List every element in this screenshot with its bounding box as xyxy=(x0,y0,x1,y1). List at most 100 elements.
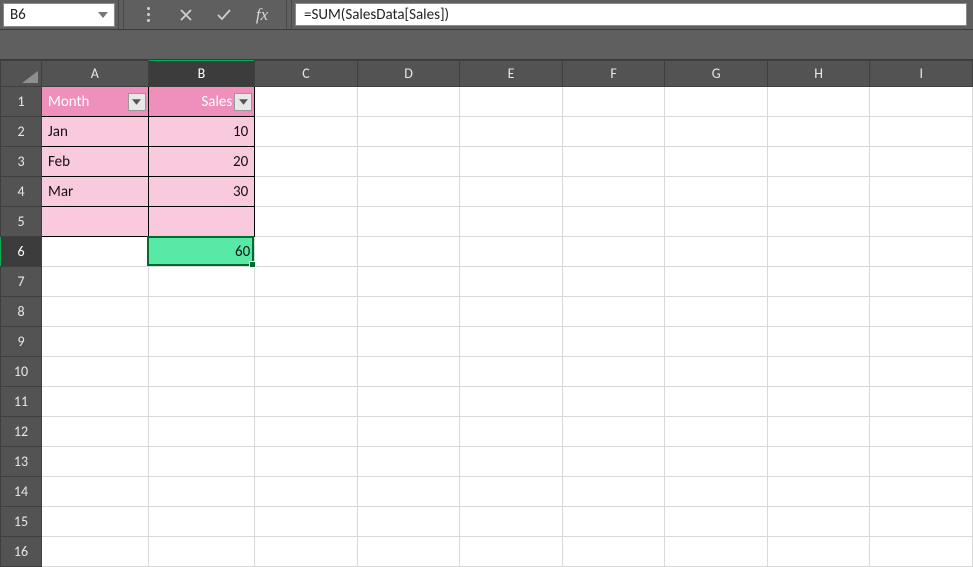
cell-H6[interactable] xyxy=(767,237,870,267)
cell-H1[interactable] xyxy=(767,87,870,117)
cell-I12[interactable] xyxy=(870,417,973,447)
cell-E16[interactable] xyxy=(460,537,563,567)
cell-D15[interactable] xyxy=(357,507,460,537)
cell-E15[interactable] xyxy=(460,507,563,537)
cell-D13[interactable] xyxy=(357,447,460,477)
row-header-5[interactable]: 5 xyxy=(1,207,42,237)
cell-E12[interactable] xyxy=(460,417,563,447)
cell-C6[interactable] xyxy=(255,237,358,267)
cell-G7[interactable] xyxy=(665,267,768,297)
cell-B5[interactable] xyxy=(148,207,255,237)
row-header-10[interactable]: 10 xyxy=(1,357,42,387)
cell-A3[interactable]: Feb xyxy=(42,147,149,177)
filter-dropdown-sales[interactable] xyxy=(234,93,252,111)
cell-B13[interactable] xyxy=(148,447,255,477)
cell-A11[interactable] xyxy=(42,387,149,417)
cell-C10[interactable] xyxy=(255,357,358,387)
row-header-6[interactable]: 6 xyxy=(1,237,42,267)
cell-G16[interactable] xyxy=(665,537,768,567)
cell-G13[interactable] xyxy=(665,447,768,477)
cell-I16[interactable] xyxy=(870,537,973,567)
cell-F7[interactable] xyxy=(562,267,665,297)
row-header-13[interactable]: 13 xyxy=(1,447,42,477)
cell-A16[interactable] xyxy=(42,537,149,567)
cell-B10[interactable] xyxy=(148,357,255,387)
cell-C5[interactable] xyxy=(255,207,358,237)
cell-F6[interactable] xyxy=(562,237,665,267)
cell-F9[interactable] xyxy=(562,327,665,357)
cell-H13[interactable] xyxy=(767,447,870,477)
cell-A1[interactable]: Month xyxy=(42,87,149,117)
cell-C16[interactable] xyxy=(255,537,358,567)
cell-E6[interactable] xyxy=(460,237,563,267)
cell-G11[interactable] xyxy=(665,387,768,417)
cell-A14[interactable] xyxy=(42,477,149,507)
cell-B4[interactable]: 30 xyxy=(148,177,255,207)
cell-H14[interactable] xyxy=(767,477,870,507)
cell-E3[interactable] xyxy=(460,147,563,177)
cell-F11[interactable] xyxy=(562,387,665,417)
row-header-11[interactable]: 11 xyxy=(1,387,42,417)
cell-A9[interactable] xyxy=(42,327,149,357)
cell-I5[interactable] xyxy=(870,207,973,237)
expand-formula-bar-button[interactable] xyxy=(138,5,158,25)
row-header-8[interactable]: 8 xyxy=(1,297,42,327)
cell-E4[interactable] xyxy=(460,177,563,207)
cell-I1[interactable] xyxy=(870,87,973,117)
cell-C9[interactable] xyxy=(255,327,358,357)
cell-A5[interactable] xyxy=(42,207,149,237)
cell-H5[interactable] xyxy=(767,207,870,237)
cell-E5[interactable] xyxy=(460,207,563,237)
cell-C15[interactable] xyxy=(255,507,358,537)
cell-B7[interactable] xyxy=(148,267,255,297)
cell-B15[interactable] xyxy=(148,507,255,537)
col-header-A[interactable]: A xyxy=(42,61,149,87)
cell-B11[interactable] xyxy=(148,387,255,417)
row-header-9[interactable]: 9 xyxy=(1,327,42,357)
cell-I13[interactable] xyxy=(870,447,973,477)
row-header-4[interactable]: 4 xyxy=(1,177,42,207)
cell-H7[interactable] xyxy=(767,267,870,297)
cell-G15[interactable] xyxy=(665,507,768,537)
cell-I8[interactable] xyxy=(870,297,973,327)
cell-D1[interactable] xyxy=(357,87,460,117)
cell-A12[interactable] xyxy=(42,417,149,447)
cell-G5[interactable] xyxy=(665,207,768,237)
row-header-15[interactable]: 15 xyxy=(1,507,42,537)
col-header-I[interactable]: I xyxy=(870,61,973,87)
col-header-E[interactable]: E xyxy=(460,61,563,87)
cell-D14[interactable] xyxy=(357,477,460,507)
cell-H2[interactable] xyxy=(767,117,870,147)
cell-A2[interactable]: Jan xyxy=(42,117,149,147)
cell-C8[interactable] xyxy=(255,297,358,327)
cell-F8[interactable] xyxy=(562,297,665,327)
cell-G2[interactable] xyxy=(665,117,768,147)
cell-C7[interactable] xyxy=(255,267,358,297)
cancel-button[interactable] xyxy=(176,5,196,25)
row-header-7[interactable]: 7 xyxy=(1,267,42,297)
cell-I14[interactable] xyxy=(870,477,973,507)
select-all-corner[interactable] xyxy=(1,61,42,87)
cell-D12[interactable] xyxy=(357,417,460,447)
cell-D3[interactable] xyxy=(357,147,460,177)
name-box[interactable]: B6 xyxy=(3,3,115,27)
cell-C1[interactable] xyxy=(255,87,358,117)
row-header-3[interactable]: 3 xyxy=(1,147,42,177)
cell-F4[interactable] xyxy=(562,177,665,207)
cell-E14[interactable] xyxy=(460,477,563,507)
cell-E2[interactable] xyxy=(460,117,563,147)
cell-F15[interactable] xyxy=(562,507,665,537)
cell-C3[interactable] xyxy=(255,147,358,177)
cell-C13[interactable] xyxy=(255,447,358,477)
col-header-H[interactable]: H xyxy=(767,61,870,87)
cell-A7[interactable] xyxy=(42,267,149,297)
cell-G3[interactable] xyxy=(665,147,768,177)
row-header-14[interactable]: 14 xyxy=(1,477,42,507)
cell-C4[interactable] xyxy=(255,177,358,207)
cell-F10[interactable] xyxy=(562,357,665,387)
cell-E9[interactable] xyxy=(460,327,563,357)
filter-dropdown-month[interactable] xyxy=(128,93,146,111)
cell-H3[interactable] xyxy=(767,147,870,177)
col-header-F[interactable]: F xyxy=(562,61,665,87)
cell-G12[interactable] xyxy=(665,417,768,447)
